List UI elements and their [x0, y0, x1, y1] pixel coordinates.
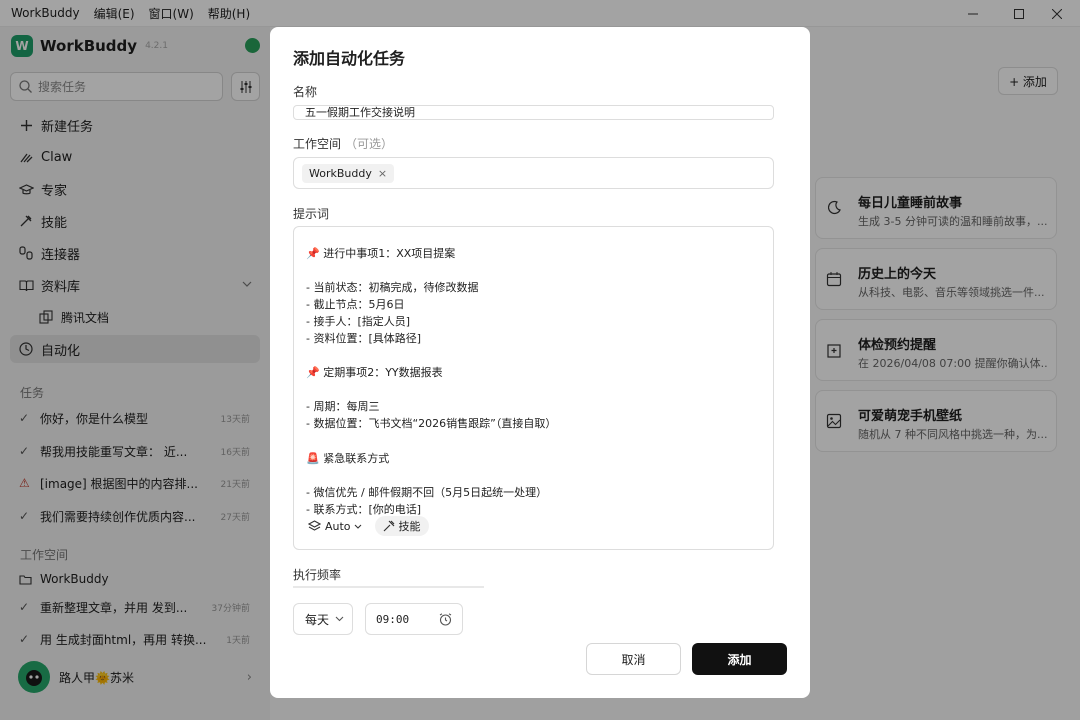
prompt-line: - 接手人：[指定人员] [306, 315, 411, 328]
prompt-line: - 数据位置：飞书文档“2026销售跟踪”（直接自取） [306, 417, 557, 430]
workspace-label: 工作空间 （可选） [293, 135, 393, 152]
prompt-line: - 截止节点：5月6日 [306, 298, 405, 311]
prompt-label: 提示词 [293, 207, 330, 221]
skill-icon [383, 520, 394, 532]
prompt-line: - 当前状态：初稿完成，待修改数据 [306, 281, 479, 294]
prompt-line: - 周期：每周三 [306, 400, 380, 413]
name-input[interactable]: 五一假期工作交接说明 [293, 105, 774, 120]
time-value: 09:00 [376, 612, 410, 626]
dialog-title: 添加自动化任务 [293, 49, 406, 68]
model-label: Auto [325, 519, 351, 533]
prompt-textarea[interactable]: 📌 进行中事项1：XX项目提案 - 当前状态：初稿完成，待修改数据 - 截止节点… [293, 226, 774, 550]
prompt-line: - 资料位置：[具体路径] [306, 332, 422, 345]
prompt-line: 🚨 紧急联系方式 [306, 452, 390, 465]
chevron-down-icon [335, 616, 344, 622]
prompt-line: 📌 进行中事项1：XX项目提案 [306, 247, 456, 260]
time-input[interactable]: 09:00 [365, 603, 463, 635]
add-automation-dialog: 添加自动化任务 名称 五一假期工作交接说明 工作空间 （可选） WorkBuddy… [270, 27, 810, 698]
layers-icon [308, 520, 321, 531]
workspace-field[interactable]: WorkBuddy × [293, 157, 774, 189]
skill-button[interactable]: 技能 [374, 516, 429, 536]
workspace-chip-label: WorkBuddy [309, 167, 372, 180]
chevron-down-icon [354, 524, 361, 529]
name-label: 名称 [293, 85, 318, 99]
workspace-label-text: 工作空间 [293, 137, 342, 151]
remove-chip-icon[interactable]: × [378, 167, 387, 180]
frequency-select[interactable]: 每天 [293, 603, 353, 635]
prompt-line: - 联系方式：[你的电话] [306, 503, 422, 516]
cancel-button[interactable]: 取消 [586, 643, 681, 675]
alarm-clock-icon [439, 613, 452, 626]
prompt-line: 📌 定期事项2：YY数据报表 [306, 366, 443, 379]
skill-label: 技能 [398, 520, 421, 533]
frequency-value: 每天 [305, 612, 330, 627]
model-selector[interactable]: Auto [308, 520, 366, 533]
workspace-optional-hint: （可选） [345, 137, 394, 151]
frequency-tabs-underline [293, 586, 484, 588]
workspace-chip: WorkBuddy × [302, 164, 395, 183]
frequency-label: 执行频率 [293, 568, 342, 582]
prompt-line: - 微信优先 / 邮件假期不回（5月5日起统一处理） [306, 486, 548, 499]
add-button[interactable]: 添加 [692, 643, 787, 675]
prompt-toolbar: Auto 技能 [308, 516, 429, 536]
